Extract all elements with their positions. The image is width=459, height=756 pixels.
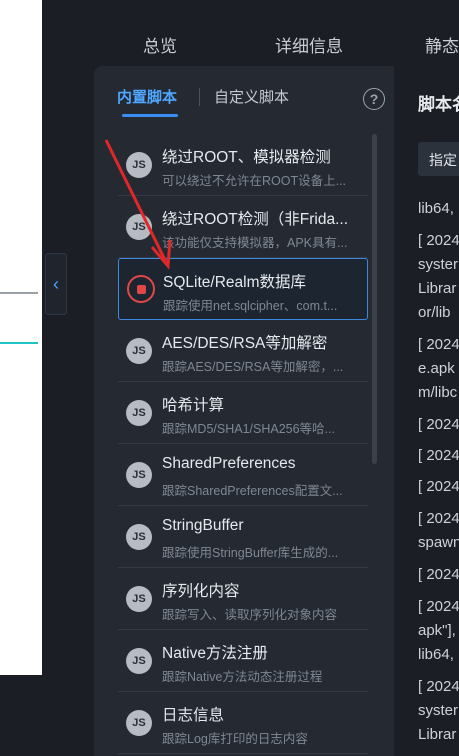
- script-tabs: 内置脚本 自定义脚本 ?: [94, 66, 394, 124]
- log-line: [ 2024: [418, 678, 459, 695]
- log-line: [ 2024: [418, 510, 459, 527]
- script-description: 跟踪使用net.sqlcipher、com.t...: [163, 299, 338, 313]
- log-line: [ 2024: [418, 232, 459, 249]
- log-line: m/libc: [418, 384, 458, 401]
- js-icon: JS: [126, 338, 152, 364]
- js-icon: JS: [126, 710, 152, 736]
- script-list: JS 绕过ROOT、模拟器检测可以绕过不允许在ROOT设备上... JS 绕过ROOT…: [118, 134, 368, 754]
- active-tab-indicator: [122, 114, 178, 117]
- script-item[interactable]: JS AES/DES/RSA等加解密跟踪AES/DES/RSA等加解密，...: [118, 320, 368, 382]
- script-item[interactable]: JS StringBuffer 跟踪使用StringBuffer库生成的...: [118, 506, 368, 568]
- log-line: or/lib: [418, 304, 451, 321]
- script-title: AES/DES/RSA等加解密: [162, 335, 328, 352]
- script-item[interactable]: JS 绕过ROOT检测（非Frida... 该功能仅支持模拟器，APK具有...: [118, 196, 368, 258]
- script-description: 跟踪Native方法动态注册过程: [162, 670, 323, 684]
- chart-line-teal: [0, 342, 38, 344]
- tab-overview[interactable]: 总览: [143, 32, 177, 57]
- detail-title: 脚本名: [418, 95, 459, 114]
- log-line: syster: [418, 256, 459, 273]
- left-content-panel: [0, 0, 42, 675]
- specify-button[interactable]: 指定: [418, 142, 459, 176]
- script-title: StringBuffer: [162, 517, 244, 534]
- log-line: Librar: [418, 280, 457, 297]
- js-icon: JS: [126, 462, 152, 488]
- log-line: e.apk: [418, 360, 455, 377]
- script-item[interactable]: JS SharedPreferences 跟踪SharedPreferences配置…: [118, 444, 368, 506]
- script-description: 跟踪写入、读取序列化对象内容: [162, 608, 338, 622]
- script-title: 绕过ROOT检测（非Frida...: [162, 211, 349, 228]
- script-item[interactable]: JS 日志信息跟踪Log库打印的日志内容: [118, 692, 368, 754]
- script-title: Native方法注册: [162, 645, 268, 662]
- script-panel: 内置脚本 自定义脚本 ? JS 绕过ROOT、模拟器检测可以绕过不允许在ROOT设…: [94, 66, 394, 756]
- tab-builtin-scripts[interactable]: 内置脚本: [117, 86, 177, 107]
- tab-details[interactable]: 详细信息: [275, 32, 343, 57]
- chevron-left-icon: ‹: [53, 273, 59, 294]
- js-icon: JS: [126, 214, 152, 240]
- log-line: lib64,: [418, 646, 454, 663]
- script-description: 跟踪SharedPreferences配置文...: [162, 484, 343, 498]
- log-line: apk"],: [418, 622, 456, 639]
- script-title: 哈希计算: [162, 397, 225, 414]
- log-line: lib64,: [418, 200, 454, 217]
- script-title: SharedPreferences: [162, 455, 296, 472]
- script-description: 跟踪Log库打印的日志内容: [162, 732, 308, 746]
- help-icon[interactable]: ?: [363, 88, 385, 110]
- collapse-panel-button[interactable]: ‹: [45, 253, 67, 315]
- log-line: [ 2024: [418, 478, 459, 495]
- chart-line-gray: [0, 292, 38, 294]
- tab-divider: [199, 88, 200, 106]
- script-description: 该功能仅支持模拟器，APK具有...: [162, 236, 348, 250]
- log-line: [ 2024: [418, 447, 459, 464]
- log-line: [ 2024: [418, 336, 459, 353]
- script-item[interactable]: JS Native方法注册跟踪Native方法动态注册过程: [118, 630, 368, 692]
- top-tab-bar: 总览 详细信息 静态: [70, 0, 459, 66]
- scrollbar[interactable]: [372, 134, 377, 464]
- log-line: spawn: [418, 534, 459, 551]
- script-description: 跟踪使用StringBuffer库生成的...: [162, 546, 339, 560]
- script-item[interactable]: JS 序列化内容跟踪写入、读取序列化对象内容: [118, 568, 368, 630]
- log-line: [ 2024: [418, 416, 459, 433]
- log-line: [ 2024: [418, 598, 459, 615]
- script-title: 绕过ROOT、模拟器检测: [162, 149, 331, 166]
- stop-icon[interactable]: [127, 275, 155, 303]
- script-description: 跟踪AES/DES/RSA等加解密，...: [162, 360, 344, 374]
- script-detail-panel: 脚本名 指定 lib64, [ 2024 syster Librar or/lib [ 2…: [396, 66, 459, 756]
- script-title: 序列化内容: [162, 583, 240, 600]
- script-item[interactable]: SQLite/Realm数据库跟踪使用net.sqlcipher、com.t..…: [118, 258, 368, 320]
- log-line: syster: [418, 702, 459, 719]
- js-icon: JS: [126, 400, 152, 426]
- log-line: Librar: [418, 726, 457, 743]
- script-title: SQLite/Realm数据库: [163, 274, 306, 291]
- log-line: [ 2024: [418, 566, 459, 583]
- script-description: 跟踪MD5/SHA1/SHA256等哈...: [162, 422, 335, 436]
- script-description: 可以绕过不允许在ROOT设备上...: [162, 174, 347, 188]
- js-icon: JS: [126, 648, 152, 674]
- script-title: 日志信息: [162, 707, 225, 724]
- js-icon: JS: [126, 152, 152, 178]
- js-icon: JS: [126, 524, 152, 550]
- tab-static[interactable]: 静态: [425, 32, 459, 57]
- js-icon: JS: [126, 586, 152, 612]
- script-item[interactable]: JS 哈希计算跟踪MD5/SHA1/SHA256等哈...: [118, 382, 368, 444]
- script-item[interactable]: JS 绕过ROOT、模拟器检测可以绕过不允许在ROOT设备上...: [118, 134, 368, 196]
- tab-custom-scripts[interactable]: 自定义脚本: [214, 86, 289, 107]
